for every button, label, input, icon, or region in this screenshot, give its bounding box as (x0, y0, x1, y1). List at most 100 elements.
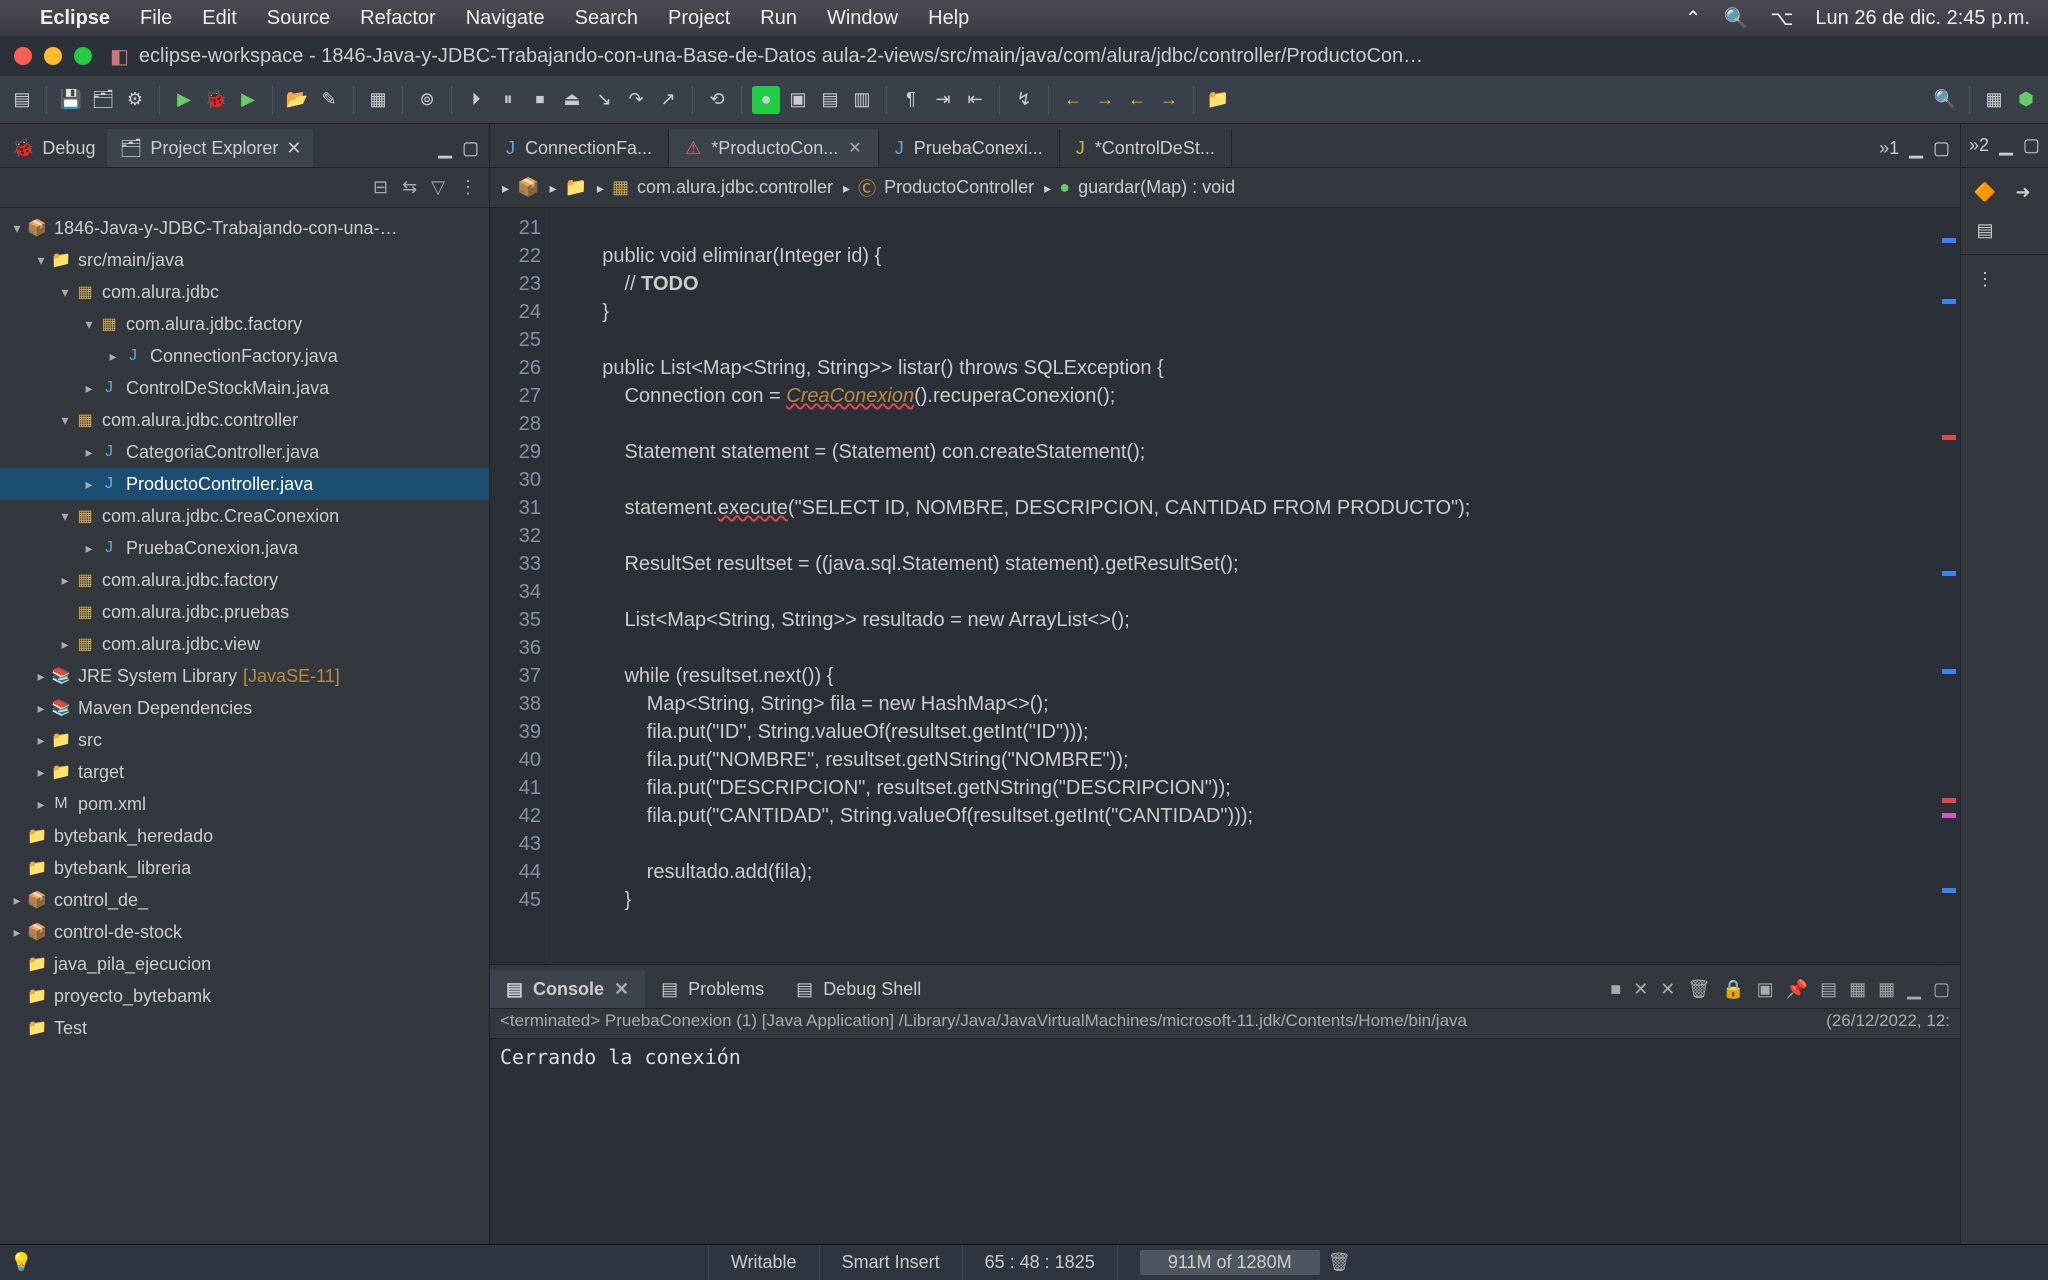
twistie-icon[interactable]: ▸ (80, 444, 98, 461)
twistie-icon[interactable]: ▸ (32, 700, 50, 717)
toggle-word-wrap-button[interactable]: ▥ (848, 86, 876, 114)
menu-refactor[interactable]: Refactor (360, 7, 436, 29)
link-editor-button[interactable]: ⇆ (402, 177, 417, 198)
breadcrumb-item[interactable]: ▦com.alura.jdbc.controller (597, 177, 833, 198)
breakpoints-view-icon[interactable]: ➜ (2009, 178, 2037, 206)
tree-item[interactable]: ▸📚Maven Dependencies (0, 692, 489, 724)
terminate-button[interactable]: ⏹ (526, 86, 554, 114)
step-into-button[interactable]: ↘ (590, 86, 618, 114)
terminate-button[interactable]: ■ (1610, 979, 1621, 1000)
disconnect-button[interactable]: ⏏ (558, 86, 586, 114)
tree-item[interactable]: ▸📚JRE System Library [JavaSE-11] (0, 660, 489, 692)
menu-source[interactable]: Source (267, 7, 330, 29)
quick-access-button[interactable]: 🔍 (1931, 86, 1959, 114)
tree-item[interactable]: ▾📦1846-Java-y-JDBC-Trabajando-con-una-… (0, 212, 489, 244)
tree-item[interactable]: ▸📦control_de_ (0, 884, 489, 916)
tree-item[interactable]: ▸JConnectionFactory.java (0, 340, 489, 372)
debug-view-tab[interactable]: 🐞 Debug (0, 129, 107, 167)
toggle-breadcrumb-button[interactable]: ▦ (364, 86, 392, 114)
java-perspective-button[interactable]: ⬢ (2012, 86, 2040, 114)
minimize-button[interactable]: ▁ (1907, 979, 1921, 1000)
scroll-lock-button[interactable]: 🔒 (1722, 979, 1744, 1000)
twistie-icon[interactable]: ▸ (8, 892, 26, 909)
menu-run[interactable]: Run (760, 7, 797, 29)
display-selected-button[interactable]: ▤ (1820, 979, 1837, 1000)
twistie-icon[interactable]: ▸ (32, 796, 50, 813)
remove-launch-button[interactable]: ✕ (1633, 979, 1648, 1000)
toggle-block-selection-button[interactable]: ▣ (784, 86, 812, 114)
close-tab-button[interactable]: ✕ (614, 979, 629, 1000)
breadcrumb-item[interactable]: 📦 (502, 177, 539, 198)
twistie-icon[interactable]: ▸ (32, 764, 50, 781)
tree-item[interactable]: ▾▦com.alura.jdbc.CreaConexion (0, 500, 489, 532)
new-console-button[interactable]: ▦ (1878, 979, 1895, 1000)
tab-overflow-button[interactable]: »1 (1879, 138, 1899, 159)
new-button[interactable]: ▤ (8, 86, 36, 114)
maximize-editor-button[interactable]: ▢ (1933, 138, 1950, 159)
tree-item[interactable]: ▸Mpom.xml (0, 788, 489, 820)
tree-item[interactable]: ▾▦com.alura.jdbc.factory (0, 308, 489, 340)
window-minimize-button[interactable] (44, 47, 62, 65)
run-button[interactable]: ▶ (170, 86, 198, 114)
tree-item[interactable]: ▸📦control-de-stock (0, 916, 489, 948)
clear-console-button[interactable]: 🗑 (1687, 979, 1710, 1000)
menu-search[interactable]: Search (575, 7, 638, 29)
code-editor[interactable]: 2122⊖23242526⊖2728293031⛔32333435●363738… (490, 208, 1960, 964)
twistie-icon[interactable]: ▸ (32, 732, 50, 749)
project-tree[interactable]: ▾📦1846-Java-y-JDBC-Trabajando-con-una-…▾… (0, 208, 489, 1244)
editor-tab[interactable]: JConnectionFa... (490, 129, 669, 167)
twistie-icon[interactable]: ▾ (80, 316, 98, 333)
twistie-icon[interactable]: ▾ (8, 220, 26, 237)
tree-item[interactable]: 📁bytebank_heredado (0, 820, 489, 852)
remove-all-button[interactable]: ✕ (1660, 979, 1675, 1000)
tree-item[interactable]: ▾▦com.alura.jdbc (0, 276, 489, 308)
shift-left-button[interactable]: ⇤ (961, 86, 989, 114)
cursor-position-status[interactable]: 65 : 48 : 1825 (962, 1245, 1117, 1280)
twistie-icon[interactable]: ▾ (56, 508, 74, 525)
menu-edit[interactable]: Edit (202, 7, 236, 29)
step-over-button[interactable]: ↷ (622, 86, 650, 114)
tree-item[interactable]: ▾▦com.alura.jdbc.controller (0, 404, 489, 436)
menu-window[interactable]: Window (827, 7, 898, 29)
toggle-mark-occurrences-button[interactable]: ● (752, 86, 780, 114)
tree-item[interactable]: ▸▦com.alura.jdbc.view (0, 628, 489, 660)
tree-item[interactable]: 📁proyecto_bytebamk (0, 980, 489, 1012)
minimize-view-button[interactable]: ▁ (438, 138, 452, 159)
close-icon[interactable]: ✕ (286, 138, 301, 159)
restore-view-button[interactable]: ▁ (1999, 135, 2013, 156)
view-menu-button[interactable]: ⋮ (459, 177, 477, 198)
collapse-all-button[interactable]: ⊟ (373, 177, 388, 198)
right-overflow-indicator[interactable]: »2 (1969, 135, 1989, 156)
last-edit-location-button[interactable]: ← (1123, 86, 1151, 114)
breadcrumb-item[interactable]: 📁 (549, 177, 586, 198)
variables-view-icon[interactable]: 🔶 (1971, 178, 1999, 206)
twistie-icon[interactable]: ▸ (56, 572, 74, 589)
open-task-button[interactable]: ✎ (315, 86, 343, 114)
twistie-icon[interactable]: ▸ (104, 348, 122, 365)
twistie-icon[interactable]: ▸ (80, 540, 98, 557)
maximize-button[interactable]: ▢ (1933, 979, 1950, 1000)
drop-frame-button[interactable]: ⟲ (703, 86, 731, 114)
outline-view-menu-icon[interactable]: ⋮ (1971, 265, 1999, 293)
breadcrumb-item[interactable]: ●guardar(Map) : void (1044, 177, 1235, 198)
annotation-nav-button[interactable]: ↯ (1010, 86, 1038, 114)
open-console-button[interactable]: ▦ (1849, 979, 1866, 1000)
twistie-icon[interactable]: ▾ (56, 412, 74, 429)
wifi-icon[interactable]: ⌃ (1685, 6, 1702, 31)
show-whitespace-button[interactable]: ▤ (816, 86, 844, 114)
tree-item[interactable]: ▸JProductoController.java (0, 468, 489, 500)
editor-tab[interactable]: J*ControlDeSt... (1060, 129, 1232, 167)
tree-item[interactable]: ▾📁src/main/java (0, 244, 489, 276)
menubar-clock[interactable]: Lun 26 de dic. 2:45 p.m. (1815, 7, 2030, 30)
tree-item[interactable]: ▦com.alura.jdbc.pruebas (0, 596, 489, 628)
next-annotation-button[interactable]: → (1155, 86, 1183, 114)
show-console-button[interactable]: ▣ (1757, 979, 1774, 1000)
step-return-button[interactable]: ↗ (654, 86, 682, 114)
tree-item[interactable]: ▸📁src (0, 724, 489, 756)
app-name[interactable]: Eclipse (40, 7, 110, 30)
search-button[interactable]: ⊚ (413, 86, 441, 114)
tree-item[interactable]: ▸▦com.alura.jdbc.factory (0, 564, 489, 596)
bottom-tab-debug-shell[interactable]: ▤Debug Shell (780, 970, 937, 1008)
editor-tab[interactable]: ⚠*ProductoCon...✕ (669, 129, 879, 167)
tree-item[interactable]: 📁Test (0, 1012, 489, 1044)
